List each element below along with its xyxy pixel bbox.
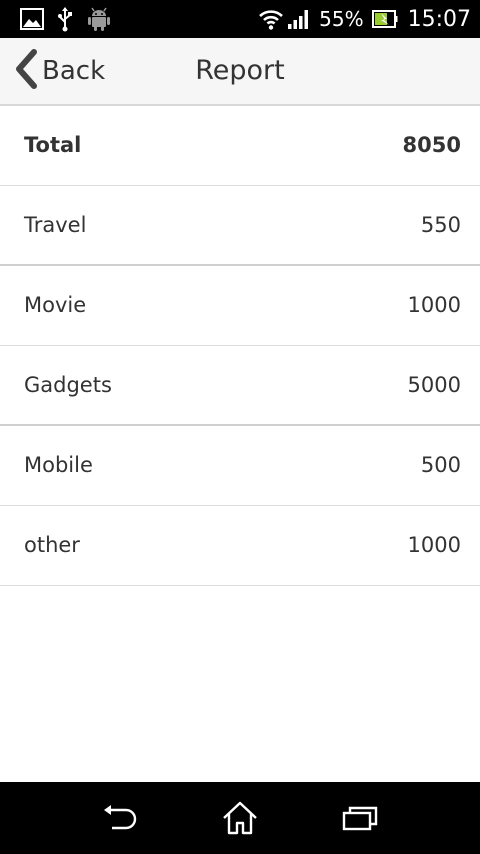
row-value: 500 xyxy=(420,453,461,477)
row-label: Gadgets xyxy=(24,373,112,397)
usb-icon xyxy=(58,6,72,32)
chevron-left-icon xyxy=(14,49,38,93)
battery-icon xyxy=(371,9,398,29)
row-value: 550 xyxy=(420,213,461,237)
android-icon xyxy=(86,6,112,32)
row-label: Travel xyxy=(24,213,87,237)
row-value: 5000 xyxy=(407,373,461,397)
home-icon xyxy=(220,800,260,836)
list-item: other 1000 xyxy=(0,506,480,586)
list-item: Travel 550 xyxy=(0,186,480,266)
row-value: 8050 xyxy=(402,133,461,157)
back-nav-icon xyxy=(100,802,140,834)
row-value: 1000 xyxy=(407,293,461,317)
report-list: Total 8050 Travel 550 Movie 1000 Gadgets… xyxy=(0,106,480,586)
row-label: Total xyxy=(24,133,82,157)
row-label: Movie xyxy=(24,293,87,317)
list-item-total: Total 8050 xyxy=(0,106,480,186)
list-item: Movie 1000 xyxy=(0,266,480,346)
status-bar: 55% 15:07 xyxy=(0,0,480,38)
nav-home-button[interactable] xyxy=(200,782,280,854)
row-value: 1000 xyxy=(407,533,461,557)
navigation-bar xyxy=(0,782,480,854)
back-button[interactable]: Back xyxy=(14,38,105,104)
signal-icon xyxy=(287,8,311,30)
battery-percent: 55% xyxy=(319,7,364,31)
recent-apps-icon xyxy=(340,803,380,833)
nav-back-button[interactable] xyxy=(80,782,160,854)
list-item: Mobile 500 xyxy=(0,426,480,506)
action-bar: Report Back xyxy=(0,38,480,106)
clock: 15:07 xyxy=(407,6,471,32)
back-label: Back xyxy=(42,56,106,86)
row-label: other xyxy=(24,533,80,557)
gallery-icon xyxy=(20,7,44,31)
row-label: Mobile xyxy=(24,453,93,477)
wifi-icon xyxy=(259,8,284,30)
list-item: Gadgets 5000 xyxy=(0,346,480,426)
nav-recent-button[interactable] xyxy=(320,782,400,854)
notification-icons xyxy=(20,6,112,32)
system-status: 55% 15:07 xyxy=(259,0,471,38)
